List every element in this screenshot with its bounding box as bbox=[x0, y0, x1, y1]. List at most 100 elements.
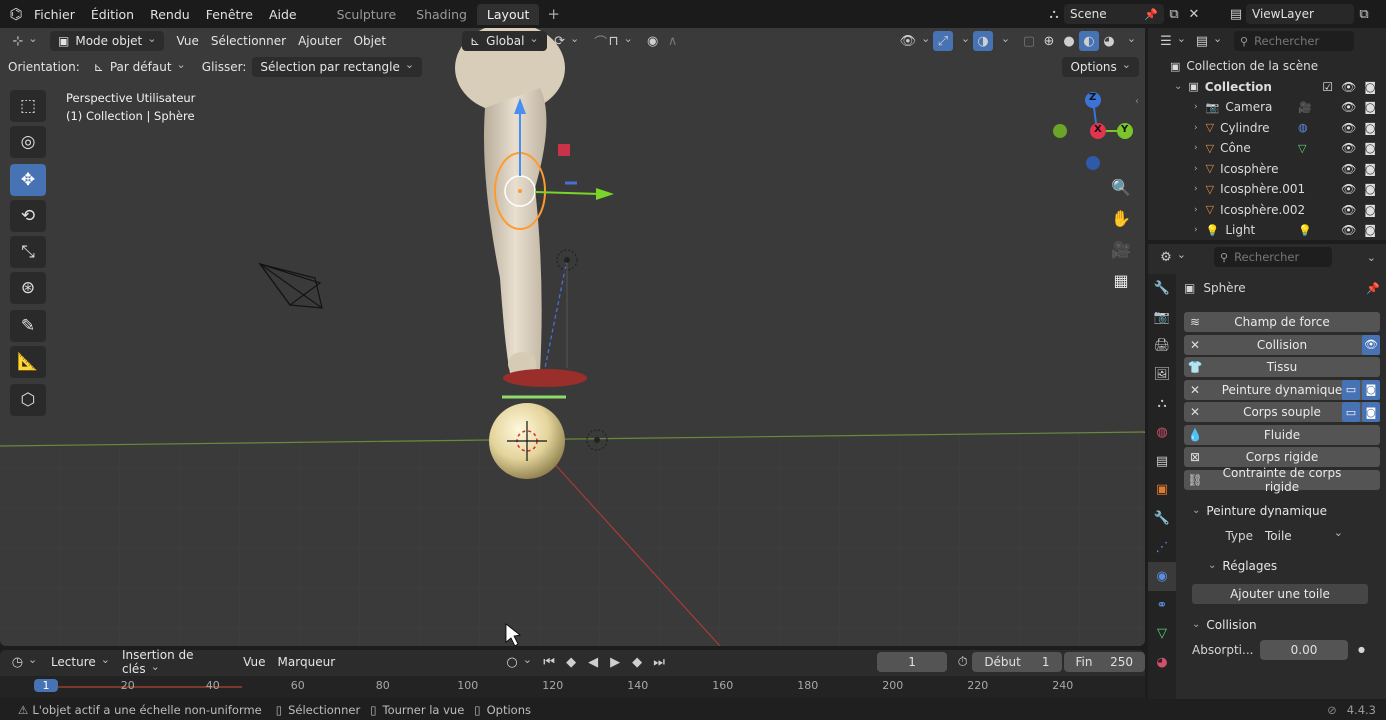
add-workspace-button[interactable]: + bbox=[539, 5, 568, 23]
tab-collection-icon[interactable]: ▤ bbox=[1148, 447, 1176, 476]
tab-scene-icon[interactable]: ⛬ bbox=[1148, 389, 1176, 418]
menu-marqueur[interactable]: Marqueur bbox=[272, 653, 342, 671]
menu-vue-timeline[interactable]: Vue bbox=[237, 653, 271, 671]
menu-selectionner[interactable]: Sélectionner bbox=[205, 32, 292, 50]
tab-shading[interactable]: Shading bbox=[406, 4, 477, 25]
eye-icon[interactable]: 👁 bbox=[1341, 80, 1356, 94]
menu-vue[interactable]: Vue bbox=[170, 32, 204, 50]
physics-collision-button[interactable]: ✕ Collision 👁 bbox=[1184, 334, 1380, 355]
tab-constraints-icon[interactable]: ⚭ bbox=[1148, 591, 1176, 620]
tab-render-icon[interactable]: 📷 bbox=[1148, 303, 1176, 332]
tab-object-icon[interactable]: ▣ bbox=[1148, 476, 1176, 505]
overlay-options-icon[interactable] bbox=[993, 31, 1013, 51]
current-frame-marker[interactable]: 1 bbox=[34, 679, 58, 692]
physics-toggle-icon[interactable]: ◙ bbox=[1362, 402, 1380, 422]
zoom-icon[interactable]: 🔍 bbox=[1107, 173, 1135, 201]
pan-hand-icon[interactable]: ✋ bbox=[1107, 204, 1135, 232]
render-icon[interactable]: ◙ bbox=[1364, 223, 1376, 237]
new-viewlayer-icon[interactable]: ⧉ bbox=[1354, 4, 1374, 24]
outliner-item-cylindre[interactable]: › ▽ Cylindre ◍ 👁 ◙ bbox=[1148, 118, 1386, 139]
physics-tissu-button[interactable]: 👕 Tissu bbox=[1184, 357, 1380, 377]
scene-collection-row[interactable]: ▣ Collection de la scène bbox=[1148, 56, 1386, 77]
tab-data-icon[interactable]: ▽ bbox=[1148, 620, 1176, 649]
new-scene-icon[interactable]: ⧉ bbox=[1164, 4, 1184, 24]
menu-fichier[interactable]: Fichier bbox=[26, 7, 83, 22]
tab-sculpture[interactable]: Sculpture bbox=[327, 4, 407, 25]
keyframe-dot-icon[interactable]: ● bbox=[1358, 645, 1365, 654]
display-mode-icon[interactable]: ▤ bbox=[1194, 31, 1224, 51]
add-canvas-button[interactable]: Ajouter une toile bbox=[1192, 583, 1368, 604]
physics-toggle-icon[interactable]: ▭ bbox=[1342, 402, 1360, 422]
proportional-edit-icon[interactable]: ◉ bbox=[643, 31, 663, 51]
pin-icon[interactable]: 📌 bbox=[1144, 8, 1158, 21]
tab-layout[interactable]: Layout bbox=[476, 3, 540, 25]
menu-aide[interactable]: Aide bbox=[261, 7, 305, 22]
start-frame-field[interactable]: Début 1 bbox=[972, 652, 1062, 672]
timeline-ruler[interactable]: 1 20 40 60 80 100 120 140 160 180 200 220 240 bbox=[0, 676, 1145, 698]
navigation-gizmo[interactable]: Z X Y bbox=[1050, 88, 1140, 178]
pin-icon[interactable]: 📌 bbox=[1366, 282, 1380, 295]
snap-target-icon[interactable]: ⊓ bbox=[608, 31, 631, 51]
physics-peinture-dynamique-button[interactable]: ✕ Peinture dynamique ▭ ◙ bbox=[1184, 379, 1380, 400]
tab-world-icon[interactable]: ◍ bbox=[1148, 418, 1176, 447]
chevron-right-icon[interactable]: › bbox=[1194, 184, 1198, 194]
outliner-item-icosph-re-001[interactable]: › ▽ Icosphère.001 👁 ◙ bbox=[1148, 179, 1386, 200]
panel-settings-header[interactable]: ⌄ Réglages bbox=[1184, 554, 1380, 578]
chevron-right-icon[interactable]: › bbox=[1194, 102, 1198, 112]
render-icon[interactable]: ◙ bbox=[1364, 100, 1376, 114]
play-reverse-icon[interactable]: ◀ bbox=[583, 652, 603, 672]
scene-field[interactable]: Scene 📌 bbox=[1064, 4, 1164, 24]
tab-modifiers-icon[interactable]: 🔧 bbox=[1148, 504, 1176, 533]
move-tool-icon[interactable]: ✥ bbox=[10, 164, 46, 196]
render-icon[interactable]: ◙ bbox=[1364, 182, 1376, 196]
mode-selector[interactable]: ▣ Mode objet bbox=[50, 31, 165, 51]
chevron-right-icon[interactable]: › bbox=[1194, 123, 1198, 133]
stopwatch-icon[interactable]: ⏱ bbox=[953, 652, 972, 672]
chevron-right-icon[interactable]: › bbox=[1194, 205, 1198, 215]
options-button[interactable]: Options bbox=[1062, 57, 1139, 77]
play-icon[interactable]: ▶ bbox=[605, 652, 625, 672]
menu-insertion-cles[interactable]: Insertion de clés bbox=[116, 646, 237, 678]
eye-icon[interactable]: 👁 bbox=[1341, 162, 1356, 176]
tab-particles-icon[interactable]: ⋰ bbox=[1148, 533, 1176, 562]
chevron-right-icon[interactable]: › bbox=[1194, 164, 1198, 174]
blender-logo-icon[interactable]: ⌬ bbox=[6, 4, 26, 24]
outliner-item-icosph-re-002[interactable]: › ▽ Icosphère.002 👁 ◙ bbox=[1148, 200, 1386, 221]
properties-search[interactable]: ⚲ Rechercher bbox=[1214, 247, 1332, 267]
next-keyframe-icon[interactable]: ◆ bbox=[627, 652, 647, 672]
rotate-tool-icon[interactable]: ⟲ bbox=[10, 200, 46, 232]
gizmo-options-icon[interactable] bbox=[953, 31, 973, 51]
menu-objet[interactable]: Objet bbox=[348, 32, 392, 50]
collection-row[interactable]: ⌄ ▣ Collection ☑ 👁 ◙ bbox=[1148, 77, 1386, 98]
outliner-search[interactable]: ⚲ Rechercher bbox=[1234, 31, 1354, 51]
timeline-editor-icon[interactable]: ◷ bbox=[10, 652, 39, 672]
record-icon[interactable]: ○ bbox=[506, 652, 529, 672]
physics-corps-rigide-button[interactable]: ⊠ Corps rigide bbox=[1184, 447, 1380, 467]
render-icon[interactable]: ◙ bbox=[1364, 121, 1376, 135]
tab-view-layer-icon[interactable]: 🖼 bbox=[1148, 360, 1176, 389]
outliner-item-light[interactable]: › 💡 Light 💡 👁 ◙ bbox=[1148, 220, 1386, 241]
data-link-icon[interactable]: ▽ bbox=[1298, 142, 1306, 155]
menu-edition[interactable]: Édition bbox=[83, 7, 142, 22]
current-frame-field[interactable]: 1 bbox=[877, 652, 948, 672]
add-cube-tool-icon[interactable]: ⬡ bbox=[10, 384, 46, 416]
render-icon[interactable]: ◙ bbox=[1364, 141, 1376, 155]
tab-physics-icon[interactable]: ◉ bbox=[1148, 561, 1176, 591]
gizmo-x-plane[interactable] bbox=[558, 144, 570, 156]
outliner-editor-icon[interactable]: ☰ bbox=[1158, 31, 1188, 51]
physics-champ-de-force-button[interactable]: ≋ Champ de force bbox=[1184, 312, 1380, 332]
orientation-selector[interactable]: ⊾ Par défaut bbox=[86, 57, 194, 77]
physics-toggle-icon[interactable]: ▭ bbox=[1342, 379, 1360, 400]
gizmo-y-arrowhead[interactable] bbox=[596, 188, 614, 200]
render-icon[interactable]: ◙ bbox=[1364, 162, 1376, 176]
editor-type-icon[interactable]: ⊹ bbox=[8, 31, 42, 51]
shading-wireframe-icon[interactable]: ⊕ bbox=[1039, 31, 1059, 51]
camera-object[interactable] bbox=[258, 262, 323, 309]
physics-fluide-button[interactable]: 💧 Fluide bbox=[1184, 424, 1380, 445]
type-dropdown[interactable]: Toile bbox=[1259, 525, 1349, 546]
shading-options-icon[interactable] bbox=[1119, 31, 1139, 51]
eye-icon[interactable]: 👁 bbox=[1341, 100, 1356, 114]
menu-fenetre[interactable]: Fenêtre bbox=[198, 7, 261, 22]
visibility-icon[interactable]: 👁 bbox=[900, 31, 925, 51]
eye-icon[interactable]: 👁 bbox=[1341, 141, 1356, 155]
